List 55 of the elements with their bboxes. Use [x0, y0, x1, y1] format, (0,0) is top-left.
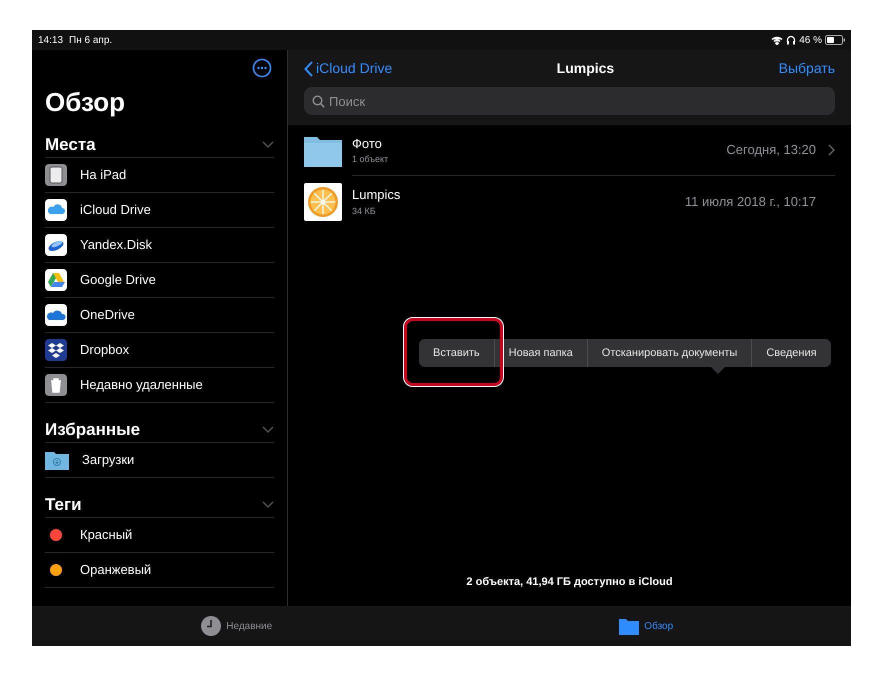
sidebar-item[interactable]: На iPad [80, 165, 126, 185]
file-name[interactable]: Фото [352, 134, 726, 153]
battery-percent: 46 % [799, 34, 822, 48]
wifi-icon [771, 36, 784, 44]
chevron-down-icon[interactable] [262, 141, 274, 148]
sidebar-item[interactable]: Недавно удаленные [80, 375, 203, 395]
citrus-slice-icon [304, 182, 342, 220]
status-date: Пн 6 апр. [69, 34, 112, 48]
boxes-logo-icon [45, 339, 67, 361]
back-button[interactable]: iCloud Drive [304, 58, 392, 79]
battery-icon [825, 35, 845, 45]
sidebar-item[interactable]: Yandex.Disk [80, 235, 152, 255]
chevron-right-icon [828, 144, 835, 156]
headphones-icon [786, 35, 796, 45]
file-date: 11 июля 2018 г., 10:17 [684, 192, 816, 211]
tab[interactable]: Обзор [619, 618, 674, 634]
chevron-down-icon[interactable] [262, 501, 274, 508]
saucer-icon [45, 234, 67, 256]
file-info: 34 КБ [352, 204, 377, 218]
sidebar-title: Обзор [45, 86, 126, 118]
storage-summary: 2 объекта, 41,94 ГБ доступно в iCloud [465, 574, 674, 590]
menu-item[interactable]: Новая папка [494, 339, 587, 367]
folder-icon [45, 450, 69, 470]
select-button[interactable]: Выбрать [778, 58, 835, 79]
trash-icon [45, 374, 67, 396]
sidebar-item[interactable]: OneDrive [80, 305, 135, 325]
more-icon[interactable] [252, 58, 272, 78]
sidebar-item[interactable]: Загрузки [82, 450, 134, 470]
triangle-logo-icon [45, 269, 67, 291]
clock-icon [201, 616, 222, 636]
folder-icon [304, 134, 342, 166]
chevron-down-icon[interactable] [262, 426, 274, 433]
folder-title: Lumpics [556, 59, 614, 78]
ipad-icon [45, 164, 67, 186]
file-info: 1 объект [352, 153, 390, 166]
section-header: Избранные [45, 418, 140, 441]
chevron-left-icon [304, 60, 313, 76]
search-field[interactable]: Поиск [304, 87, 835, 115]
sidebar-item[interactable]: Google Drive [80, 270, 156, 290]
cloud-icon [45, 199, 67, 221]
menu-item[interactable]: Вставить [419, 339, 494, 367]
file-date: Сегодня, 13:20 [726, 141, 816, 160]
menu-item[interactable]: Сведения [751, 339, 831, 367]
status-time: 14:13 [38, 34, 64, 48]
sidebar-item[interactable]: Оранжевый [80, 560, 152, 580]
sidebar-item[interactable]: Красный [80, 525, 132, 545]
section-header: Теги [45, 494, 82, 516]
sidebar-item[interactable]: Dropbox [80, 340, 130, 360]
search-icon [312, 95, 325, 108]
section-header: Места [45, 134, 96, 156]
file-name[interactable]: Lumpics [352, 185, 685, 204]
tab[interactable]: Недавние [201, 616, 272, 636]
cloud-icon [45, 304, 67, 326]
folder-icon [619, 618, 640, 634]
sidebar-item[interactable]: iCloud Drive [80, 200, 151, 220]
